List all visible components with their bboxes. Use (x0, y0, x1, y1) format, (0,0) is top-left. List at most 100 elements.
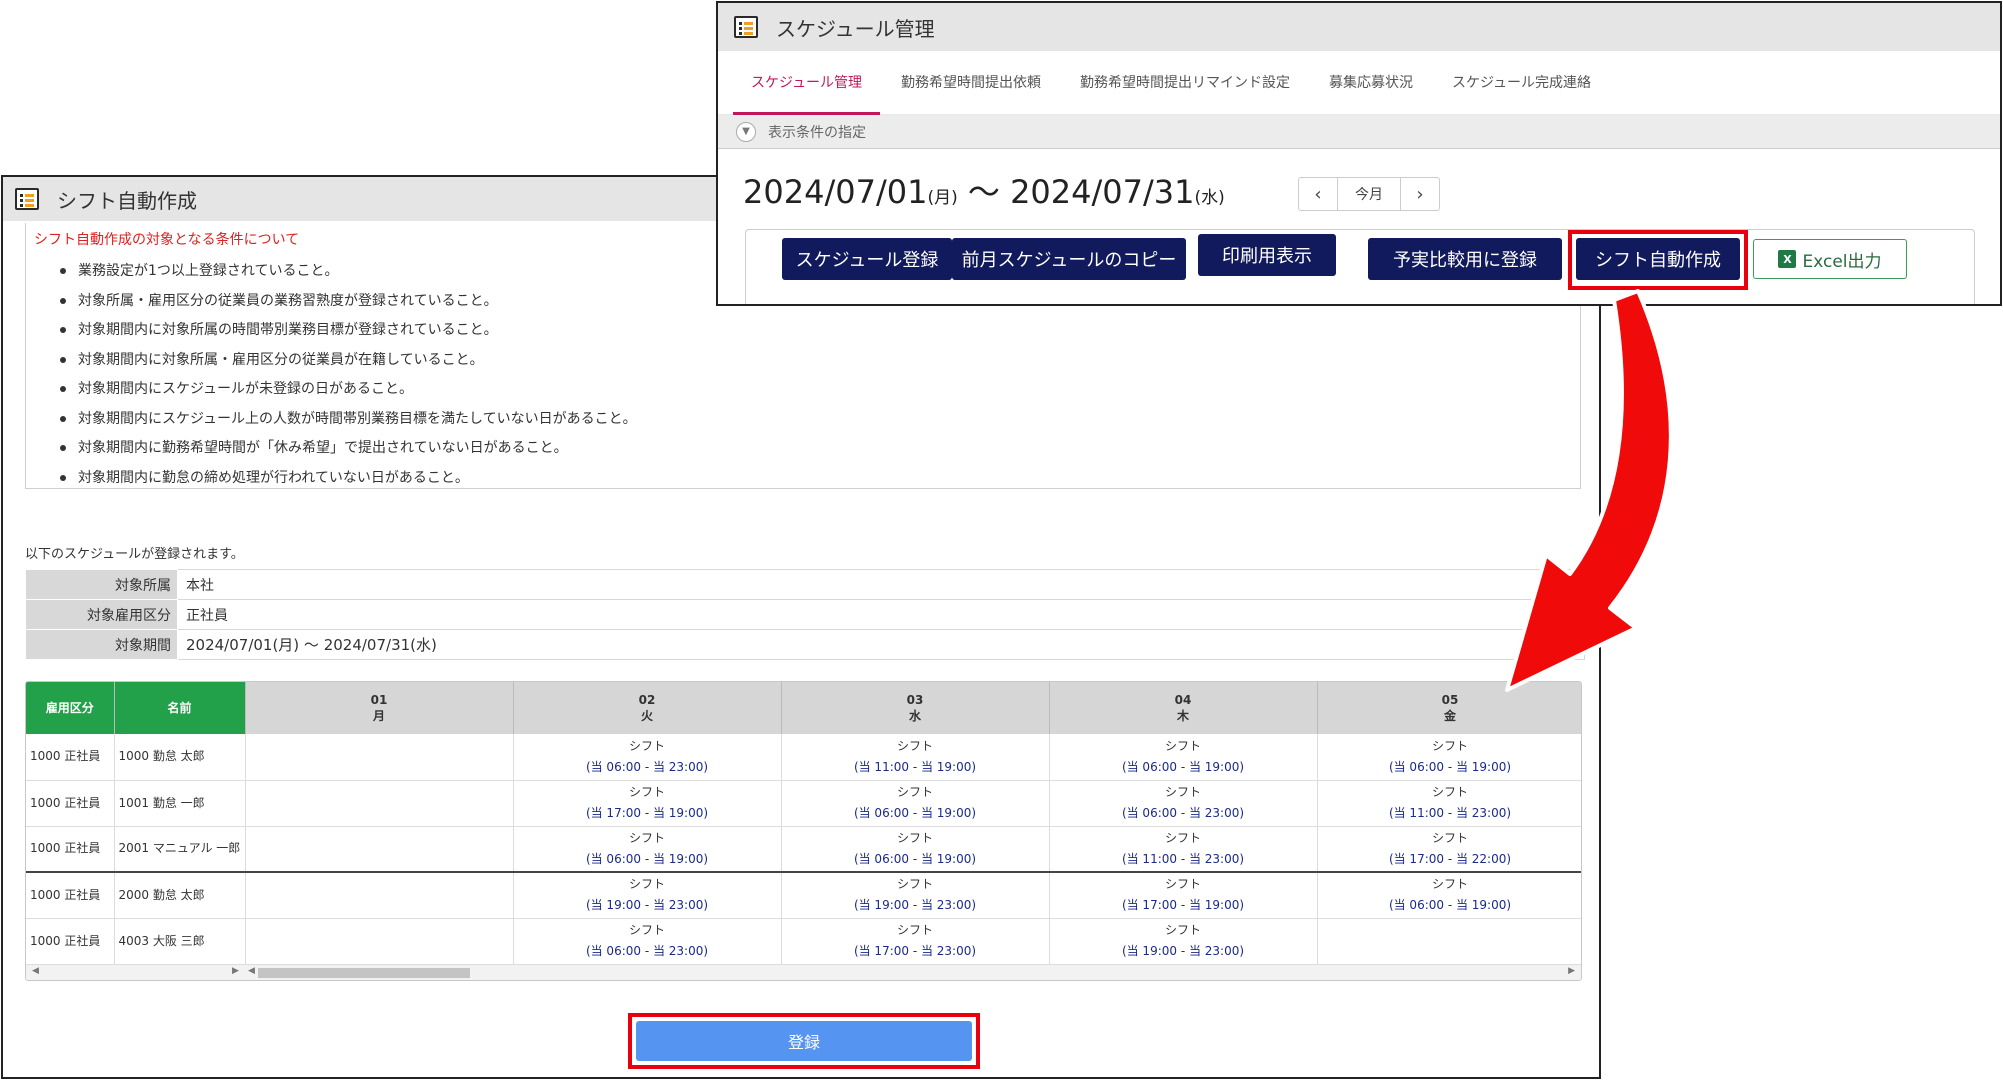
scroll-right-icon[interactable]: ▶ (1568, 966, 1575, 976)
shift-label: シフト (1431, 830, 1468, 845)
employee-name-cell: 1000 勤怠 太郎 (114, 734, 246, 781)
shift-cell[interactable]: シフト (当 06:00 - 当 19:00) (1317, 872, 1581, 919)
shift-cell[interactable]: シフト (当 19:00 - 当 23:00) (513, 872, 782, 919)
date-end: 2024/07/31 (1010, 173, 1195, 211)
employee-name-cell: 4003 大阪 三郎 (114, 918, 246, 965)
date-separator: ～ (957, 173, 1011, 211)
shift-cell[interactable] (245, 826, 514, 873)
next-month-button[interactable]: › (1401, 178, 1439, 210)
shift-cell[interactable]: シフト (当 11:00 - 当 23:00) (1317, 780, 1581, 827)
app-list-icon (15, 188, 39, 210)
chevron-down-icon[interactable]: ▼ (736, 121, 756, 142)
shift-time: (当 06:00 - 当 23:00) (585, 759, 709, 774)
shift-cell[interactable]: シフト (当 06:00 - 当 19:00) (1049, 734, 1318, 781)
grid-header-row: 雇用区分 名前 01 月 02 火 03 水 04 木 05 金 (26, 682, 1581, 734)
date-end-dow: (水) (1194, 188, 1225, 208)
shift-cell[interactable]: シフト (当 06:00 - 当 19:00) (781, 826, 1050, 873)
shift-cell[interactable] (245, 872, 514, 919)
shift-cell[interactable]: シフト (当 11:00 - 当 19:00) (781, 734, 1050, 781)
scrollbar-thumb[interactable] (258, 968, 470, 978)
print-view-button[interactable]: 印刷用表示 (1198, 234, 1336, 276)
shift-cell[interactable]: シフト (当 11:00 - 当 23:00) (1049, 826, 1318, 873)
copy-prev-month-button[interactable]: 前月スケジュールのコピー (952, 238, 1186, 280)
shift-label: シフト (896, 830, 933, 845)
shift-time: (当 06:00 - 当 23:00) (1121, 806, 1245, 820)
condition-item: 対象期間内に勤怠の締め処理が行われていない日があること。 (60, 468, 1572, 498)
table-row: 1000 正社員 2000 勤怠 太郎 シフト (当 19:00 - 当 23:00)… (26, 872, 1581, 919)
shift-cell[interactable]: シフト (当 17:00 - 当 19:00) (513, 780, 782, 827)
employment-cell: 1000 正社員 (26, 872, 115, 919)
scroll-left-icon[interactable]: ◀ (32, 966, 39, 976)
day-header: 02 火 (513, 682, 782, 734)
scroll-left-icon[interactable]: ◀ (248, 966, 255, 976)
day-header: 05 金 (1317, 682, 1581, 734)
shift-time: (当 06:00 - 当 19:00) (1388, 898, 1512, 913)
register-button[interactable]: 登録 (636, 1021, 972, 1061)
date-start-dow: (月) (927, 188, 958, 208)
tab-recruit-status[interactable]: 募集応募状況 (1329, 51, 1413, 115)
name-header[interactable]: 名前 (114, 682, 246, 734)
date-range: 2024/07/01(月) ～ 2024/07/31(水) (743, 167, 1225, 213)
employment-cell: 1000 正社員 (26, 734, 115, 781)
shift-time: (当 06:00 - 当 19:00) (585, 851, 709, 866)
chevron-left-icon: ‹ (1314, 183, 1322, 205)
date-start: 2024/07/01 (743, 173, 928, 211)
schedule-panel-title: スケジュール管理 (776, 16, 935, 41)
display-condition-label: 表示条件の指定 (768, 124, 866, 141)
condition-item: 対象期間内に対象所属の時間帯別業務目標が登録されていること。 (60, 320, 1572, 350)
shift-cell[interactable] (245, 734, 514, 781)
shift-cell[interactable]: シフト (当 17:00 - 当 19:00) (1049, 872, 1318, 919)
display-condition-bar[interactable]: ▼ 表示条件の指定 (718, 115, 2000, 149)
scroll-right-icon[interactable]: ▶ (232, 966, 239, 976)
tab-work-hope-request[interactable]: 勤務希望時間提出依頼 (901, 51, 1041, 115)
shift-cell[interactable]: シフト (当 06:00 - 当 19:00) (781, 780, 1050, 827)
shift-time: (当 17:00 - 当 22:00) (1388, 851, 1512, 866)
shift-time: (当 19:00 - 当 23:00) (1121, 944, 1245, 958)
info-row: 対象雇用区分 正社員 (25, 599, 1585, 630)
shift-cell[interactable]: シフト (当 06:00 - 当 23:00) (513, 918, 782, 965)
excel-export-button[interactable]: X Excel出力 (1753, 239, 1907, 279)
shift-cell[interactable]: シフト (当 06:00 - 当 23:00) (1049, 780, 1318, 827)
shift-cell[interactable] (245, 780, 514, 827)
shift-cell[interactable]: シフト (当 19:00 - 当 23:00) (781, 872, 1050, 919)
info-value: 2024/07/01(月) ～ 2024/07/31(水) (177, 629, 1585, 660)
shift-cell[interactable] (245, 918, 514, 965)
schedule-register-button[interactable]: スケジュール登録 (782, 238, 952, 280)
shift-time: (当 17:00 - 当 19:00) (1121, 898, 1245, 913)
shift-cell[interactable]: シフト (当 06:00 - 当 19:00) (1317, 734, 1581, 781)
shift-label: シフト (1164, 738, 1201, 753)
shift-cell[interactable]: シフト (当 17:00 - 当 22:00) (1317, 826, 1581, 873)
tab-work-hope-remind[interactable]: 勤務希望時間提出リマインド設定 (1080, 51, 1290, 115)
tab-schedule-management[interactable]: スケジュール管理 (732, 51, 881, 115)
shift-label: シフト (1431, 877, 1468, 892)
shift-panel-title: シフト自動作成 (57, 188, 197, 213)
shift-time: (当 06:00 - 当 19:00) (853, 806, 977, 820)
shift-cell[interactable] (1317, 918, 1581, 965)
shift-label: シフト (1164, 923, 1201, 937)
month-navigation: ‹ 今月 › (1298, 177, 1440, 211)
day-header: 01 月 (245, 682, 514, 734)
shift-label: シフト (628, 738, 665, 753)
prev-month-button[interactable]: ‹ (1299, 178, 1337, 210)
employee-name-cell: 2000 勤怠 太郎 (114, 872, 246, 919)
plan-actual-register-button[interactable]: 予実比較用に登録 (1368, 238, 1562, 280)
horizontal-scrollbar[interactable]: ◀ ▶ ◀ ▶ (26, 964, 1581, 980)
schedule-panel-header: スケジュール管理 (718, 3, 2000, 51)
shift-label: シフト (1164, 830, 1201, 845)
excel-icon: X (1778, 250, 1797, 268)
condition-item: 対象期間内にスケジュールが未登録の日があること。 (60, 379, 1572, 409)
auto-shift-create-button[interactable]: シフト自動作成 (1576, 238, 1740, 280)
shift-cell[interactable]: シフト (当 17:00 - 当 23:00) (781, 918, 1050, 965)
schedule-management-window: スケジュール管理 スケジュール管理 勤務希望時間提出依頼 勤務希望時間提出リマイ… (716, 1, 2002, 306)
shift-cell[interactable]: シフト (当 06:00 - 当 19:00) (513, 826, 782, 873)
employment-header[interactable]: 雇用区分 (26, 682, 115, 734)
shift-time: (当 17:00 - 当 23:00) (853, 944, 977, 958)
info-label: 対象所属 (25, 569, 178, 600)
shift-cell[interactable]: シフト (当 19:00 - 当 23:00) (1049, 918, 1318, 965)
schedule-grid: 雇用区分 名前 01 月 02 火 03 水 04 木 05 金 1000 正社員 1000… (25, 681, 1582, 981)
shift-time: (当 11:00 - 当 23:00) (1121, 851, 1245, 866)
shift-cell[interactable]: シフト (当 06:00 - 当 23:00) (513, 734, 782, 781)
table-row: 1000 正社員 1001 勤怠 一郎 シフト (当 17:00 - 当 19:00)… (26, 780, 1581, 827)
tab-schedule-complete[interactable]: スケジュール完成連絡 (1452, 51, 1591, 115)
this-month-button[interactable]: 今月 (1337, 178, 1401, 210)
